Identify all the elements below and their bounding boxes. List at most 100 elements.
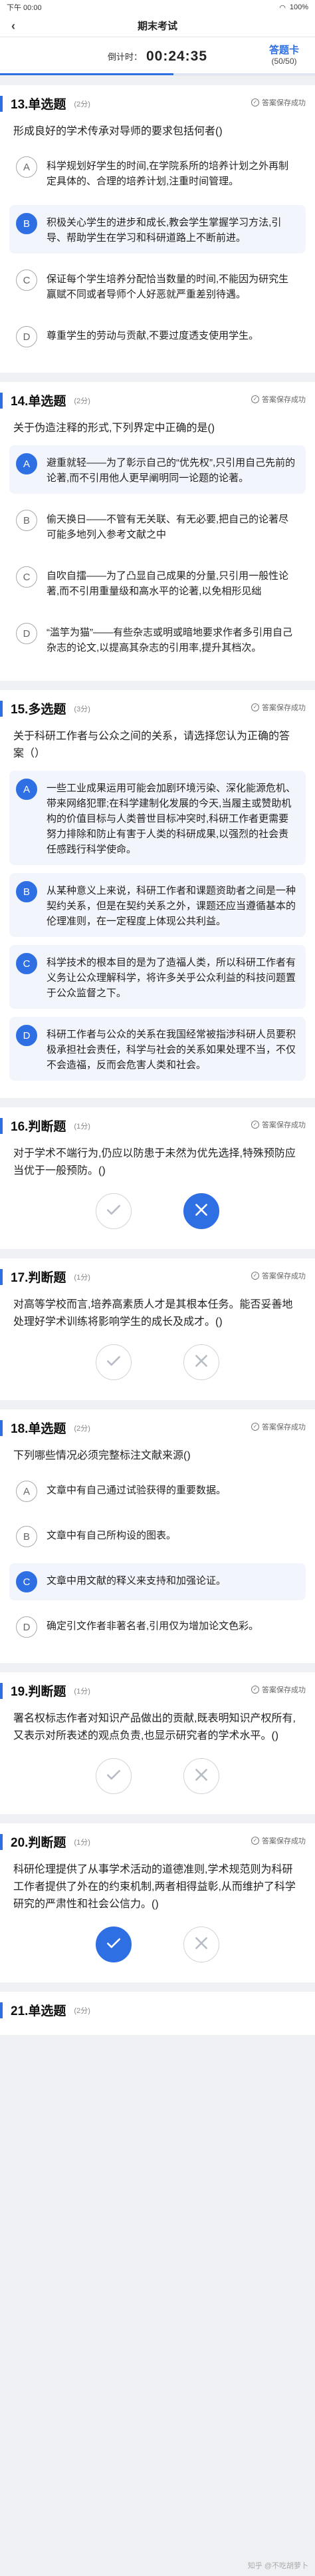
question-card: 16.判断题 (1分) ✓ 答案保存成功对于学术不端行为,仍应以防患于未然为优先选择,… <box>0 1107 315 1249</box>
check-circle-icon: ✓ <box>251 1121 259 1129</box>
question-card: 21.单选题 (2分) <box>0 1992 315 2035</box>
option-text: 自吹自擂——为了凸显自己成果的分量,只引用一般性论著,而不引用重量级和高水平的论… <box>47 570 289 597</box>
option-b[interactable]: B 偷天换日——不管有无关联、有无必要,把自己的论著尽可能多地列入参考文献之中 <box>9 502 306 550</box>
check-icon <box>105 1352 122 1373</box>
check-icon <box>105 1934 122 1955</box>
answer-card-title: 答题卡 <box>268 45 299 56</box>
check-circle-icon: ✓ <box>251 1423 259 1431</box>
option-a[interactable]: A 避重就轻——为了彰示自己的“优先权”,只引用自己先前的论著,而不引用他人更早阐… <box>9 445 306 494</box>
option-letter: D <box>16 326 37 347</box>
option-b[interactable]: B 从某种意义上来说，科研工作者和课题资助者之间是一种契约关系，但是在契约关系之外… <box>9 873 306 937</box>
question-card: 19.判断题 (1分) ✓ 答案保存成功 署名权标志作者对知识产品做出的贡献,既表明知识… <box>0 1672 315 1814</box>
question-accent-bar <box>0 700 3 717</box>
option-letter: B <box>16 1526 37 1547</box>
option-letter: A <box>16 156 37 178</box>
option-c[interactable]: C 科学技术的根本目的是为了造福人类，所以科研工作者有义务让公众理解科学，将许多关… <box>9 945 306 1009</box>
question-score: (2分) <box>74 2006 90 2015</box>
true-button[interactable] <box>96 1927 132 1962</box>
question-text: 关于伪造注释的形式,下列界定中正确的是() <box>13 423 215 434</box>
question-header: 18.单选题 (2分) ✓ 答案保存成功 <box>0 1409 315 1443</box>
saved-status: ✓ 答案保存成功 <box>251 394 306 405</box>
battery-level: 100% <box>289 3 308 11</box>
option-letter: A <box>16 453 37 474</box>
false-button[interactable] <box>183 1758 219 1794</box>
question-text: 对高等学校而言,培养高素质人才是其根本任务。能否妥善地处理好学术训练将影响学生的… <box>13 1299 293 1328</box>
question-header: 14.单选题 (2分) ✓ 答案保存成功 <box>0 382 315 416</box>
answer-card-button[interactable]: 答题卡 (50/50) <box>269 43 299 66</box>
question-number: 17.判断题 <box>11 1271 66 1285</box>
option-d[interactable]: D 科研工作者与公众的关系在我国经常被指涉科研人员要积极承担社会责任，科学与社会的… <box>9 1017 306 1081</box>
true-button[interactable] <box>96 1193 132 1229</box>
question-card: 18.单选题 (2分) ✓ 答案保存成功下列哪些情况必须完整标注文献来源() A 文章中有… <box>0 1409 315 1663</box>
question-header: 17.判断题 (1分) ✓ 答案保存成功 <box>0 1258 315 1292</box>
option-letter: D <box>16 1616 37 1638</box>
back-arrow-icon[interactable]: ‹ <box>7 19 20 33</box>
question-card: 15.多选题 (3分) ✓ 答案保存成功 关于科研工作者与公众之间的关系，请选择您认为正… <box>0 690 315 1098</box>
question-score: (1分) <box>74 1687 90 1696</box>
option-letter: B <box>16 881 37 902</box>
option-text: 文章中有自己所构设的图表。 <box>47 1530 177 1541</box>
wifi-icon: ◠ <box>279 3 286 12</box>
option-letter: D <box>16 1025 37 1046</box>
question-accent-bar <box>0 1682 3 1699</box>
option-c[interactable]: C 保证每个学生培养分配恰当数量的时间,不能因为研究生赢赋不同或者导师个人好恶就严… <box>9 262 306 310</box>
option-letter: A <box>16 779 37 800</box>
option-letter: C <box>16 270 37 291</box>
option-c[interactable]: C 自吹自擂——为了凸显自己成果的分量,只引用一般性论著,而不引用重量级和高水平的… <box>9 558 306 607</box>
option-a[interactable]: A 文章中有自己通过试验获得的重要数据。 <box>9 1473 306 1510</box>
saved-text: 答案保存成功 <box>262 396 306 404</box>
option-text: 文章中有自己通过试验获得的重要数据。 <box>47 1485 227 1496</box>
option-text: 一些工业成果运用可能会加剧环境污染、深化能源危机、带来网络犯罪;在科学建制化发展… <box>47 783 296 855</box>
question-card: 20.判断题 (1分) ✓ 答案保存成功 科研伦理提供了从事学术活动的道德准则,学术规范… <box>0 1823 315 1982</box>
saved-status: ✓ 答案保存成功 <box>251 1270 306 1281</box>
false-button[interactable] <box>183 1927 219 1962</box>
question-score: (1分) <box>74 1122 90 1131</box>
question-text: 对于学术不端行为,仍应以防患于未然为优先选择,特殊预防应当优于一般预防。() <box>13 1148 296 1177</box>
judge-options <box>0 1339 315 1391</box>
check-icon <box>105 1201 122 1222</box>
option-d[interactable]: D 确定引文作者非著名者,引用仅为增加论文色彩。 <box>9 1608 306 1646</box>
option-letter: C <box>16 1571 37 1592</box>
question-score: (1分) <box>74 1838 90 1847</box>
true-button[interactable] <box>96 1758 132 1794</box>
saved-status: ✓ 答案保存成功 <box>251 97 306 108</box>
false-button[interactable] <box>183 1193 219 1229</box>
timer-value: 00:24:35 <box>146 48 208 64</box>
question-number: 16.判断题 <box>11 1120 66 1134</box>
timer-label: 倒计时： <box>107 52 142 62</box>
saved-text: 答案保存成功 <box>262 1121 306 1129</box>
check-circle-icon: ✓ <box>251 1686 259 1694</box>
question-number: 14.单选题 <box>11 395 66 409</box>
saved-text: 答案保存成功 <box>262 1272 306 1280</box>
option-d[interactable]: D “滥竽为猫”——有些杂志或明或暗地要求作者多引用自己杂志的论文,以提高其杂志的… <box>9 615 306 663</box>
question-list: 13.单选题 (2分) ✓ 答案保存成功 形成良好的学术传承对导师的要求包括何者() A 科… <box>0 85 315 2035</box>
question-text: 署名权标志作者对知识产品做出的贡献,既表明知识产权所有,又表示对所表述的观点负责… <box>13 1713 296 1742</box>
question-accent-bar <box>0 1268 3 1285</box>
option-letter: B <box>16 213 37 234</box>
question-accent-bar <box>0 95 3 112</box>
question-text: 下列哪些情况必须完整标注文献来源() <box>13 1450 191 1461</box>
option-text: 积极关心学生的进步和成长,教会学生掌握学习方法,引导、帮助学生在学习和科研道路上… <box>47 217 282 244</box>
option-b[interactable]: B 积极关心学生的进步和成长,教会学生掌握学习方法,引导、帮助学生在学习和科研道路… <box>9 205 306 254</box>
question-accent-bar <box>0 1833 3 1850</box>
option-d[interactable]: D 尊重学生的劳动与贡献,不要过度透支使用学生。 <box>9 318 306 355</box>
timer-bar: 倒计时： 00:24:35 答题卡 (50/50) <box>0 37 315 76</box>
question-header: 21.单选题 (2分) <box>0 1992 315 2026</box>
option-a[interactable]: A 一些工业成果运用可能会加剧环境污染、深化能源危机、带来网络犯罪;在科学建制化发… <box>9 771 306 865</box>
option-a[interactable]: A 科学规划好学生的时间,在学院系所的培养计划之外再制定具体的、合理的培养计划,注… <box>9 148 306 197</box>
option-text: 尊重学生的劳动与贡献,不要过度透支使用学生。 <box>47 330 259 341</box>
option-c[interactable]: C 文章中用文献的释义来支持和加强论证。 <box>9 1563 306 1600</box>
saved-status: ✓ 答案保存成功 <box>251 1835 306 1846</box>
option-b[interactable]: B 文章中有自己所构设的图表。 <box>9 1518 306 1555</box>
question-text: 关于科研工作者与公众之间的关系，请选择您认为正确的答案（） <box>13 731 290 759</box>
option-letter: B <box>16 510 37 531</box>
check-circle-icon: ✓ <box>251 1837 259 1845</box>
question-accent-bar <box>0 1117 3 1134</box>
question-accent-bar <box>0 2002 3 2018</box>
false-button[interactable] <box>183 1344 219 1380</box>
timer-progress <box>0 73 315 75</box>
question-header: 20.判断题 (1分) ✓ 答案保存成功 <box>0 1823 315 1857</box>
true-button[interactable] <box>96 1344 132 1380</box>
question-accent-bar <box>0 1419 3 1436</box>
question-header: 19.判断题 (1分) ✓ 答案保存成功 <box>0 1672 315 1706</box>
